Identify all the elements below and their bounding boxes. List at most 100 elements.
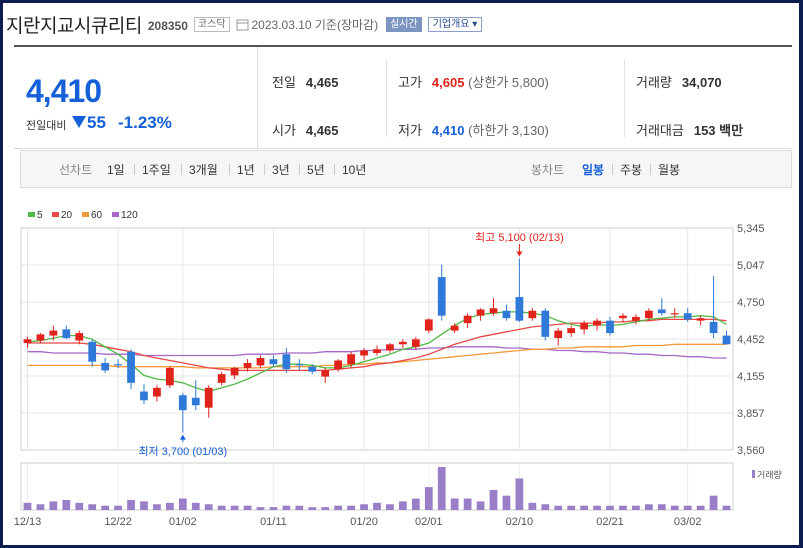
candle-body	[593, 320, 601, 326]
y-tick-label: 4,155	[737, 371, 765, 383]
volume-bar	[411, 498, 420, 510]
candlestick-chart: 5,345 5,047 4,750 4,452 4,155 3,857 3,560 12/13…	[14, 210, 782, 528]
volume-bar	[204, 504, 213, 510]
y-tick-label: 3,560	[737, 445, 765, 457]
candle-body	[670, 313, 679, 315]
volume-bar	[360, 504, 368, 510]
candle-body	[463, 315, 472, 324]
legend-label: 5	[37, 210, 43, 221]
candle-body	[541, 310, 550, 337]
candle-body	[696, 318, 705, 321]
candle-body	[101, 362, 110, 371]
volume-bar	[243, 505, 252, 510]
candle-body	[450, 325, 459, 331]
volume-bar	[191, 502, 200, 510]
candle-body	[502, 310, 511, 319]
candle-body	[515, 297, 524, 321]
volume-bar	[114, 505, 122, 510]
volume-bar	[295, 505, 304, 510]
legend-label: 120	[121, 210, 138, 221]
candle-body	[709, 321, 718, 334]
candle-body	[334, 360, 343, 370]
candle-body	[256, 357, 265, 366]
min-price-annotation: 최저 3,700 (01/03)	[138, 445, 227, 458]
candle-body	[178, 395, 187, 411]
volume-bar	[101, 505, 110, 510]
volume-bar	[373, 502, 381, 510]
legend-label: 60	[91, 210, 103, 221]
legend-swatch	[112, 212, 119, 217]
x-tick-label: 03/02	[674, 516, 702, 528]
volume-bar	[49, 501, 58, 510]
candle-body	[580, 323, 589, 330]
volume-bar	[606, 505, 614, 510]
candle-body	[127, 351, 135, 383]
candle-body	[165, 367, 174, 386]
candle-body	[424, 319, 433, 331]
volume-bar	[153, 504, 161, 510]
candle-body	[347, 354, 355, 365]
volume-bar	[399, 501, 407, 510]
candle-body	[683, 313, 692, 320]
volume-bar	[593, 505, 601, 510]
candle-body	[62, 329, 71, 339]
candle-body	[153, 387, 161, 397]
candle-body	[321, 370, 330, 377]
volume-bar	[23, 502, 32, 510]
candle-body	[360, 350, 368, 356]
legend-label: 20	[61, 210, 73, 221]
volume-bar	[450, 498, 459, 510]
candle-body	[554, 330, 563, 339]
volume-bar	[75, 502, 84, 510]
legend-swatch	[52, 212, 59, 217]
candle-body	[411, 339, 420, 347]
volume-bar	[36, 504, 45, 510]
volume-bar	[334, 505, 343, 510]
volume-bar	[62, 499, 71, 510]
candle-body	[619, 315, 627, 319]
candle-body	[282, 354, 291, 370]
volume-bar	[347, 505, 355, 510]
volume-bar	[670, 505, 679, 510]
y-tick-label: 4,750	[737, 297, 765, 309]
max-price-annotation: 최고 5,100 (02/13)	[475, 231, 564, 244]
candle-body	[632, 316, 640, 321]
volume-bar	[528, 502, 537, 510]
volume-bar	[165, 502, 174, 510]
candle-body	[88, 341, 97, 362]
volume-bar	[683, 505, 692, 510]
volume-bar	[308, 507, 317, 510]
volume-bar	[178, 498, 187, 510]
x-tick-label: 01/02	[169, 516, 197, 528]
candle-body	[36, 334, 45, 341]
volume-bar	[709, 495, 718, 510]
volume-legend-label: 거래량	[757, 469, 782, 480]
candle-body	[191, 397, 200, 406]
x-tick-label: 02/21	[596, 516, 624, 528]
candle-body	[722, 335, 731, 345]
x-tick-label: 02/10	[506, 516, 534, 528]
max-arrow-head	[516, 251, 523, 257]
candle-body	[437, 277, 446, 316]
x-tick-label: 01/11	[260, 516, 287, 528]
y-tick-label: 5,345	[737, 223, 765, 235]
volume-bar	[217, 505, 226, 510]
y-tick-label: 4,452	[737, 334, 765, 346]
y-tick-label: 3,857	[737, 408, 765, 420]
volume-bar	[619, 505, 627, 510]
candle-body	[657, 309, 666, 314]
candle-body	[644, 310, 653, 319]
volume-bar	[541, 504, 550, 510]
candle-body	[269, 359, 278, 365]
volume-bar	[580, 505, 589, 510]
candle-body	[75, 333, 84, 341]
x-tick-label: 02/01	[415, 516, 443, 528]
volume-legend-swatch	[752, 470, 755, 478]
legend-swatch	[82, 212, 89, 217]
volume-bar	[140, 501, 148, 510]
candle-body	[217, 374, 226, 383]
candle-body	[399, 341, 407, 345]
candle-body	[373, 349, 381, 353]
volume-bar	[127, 499, 135, 510]
volume-bar	[657, 504, 666, 510]
